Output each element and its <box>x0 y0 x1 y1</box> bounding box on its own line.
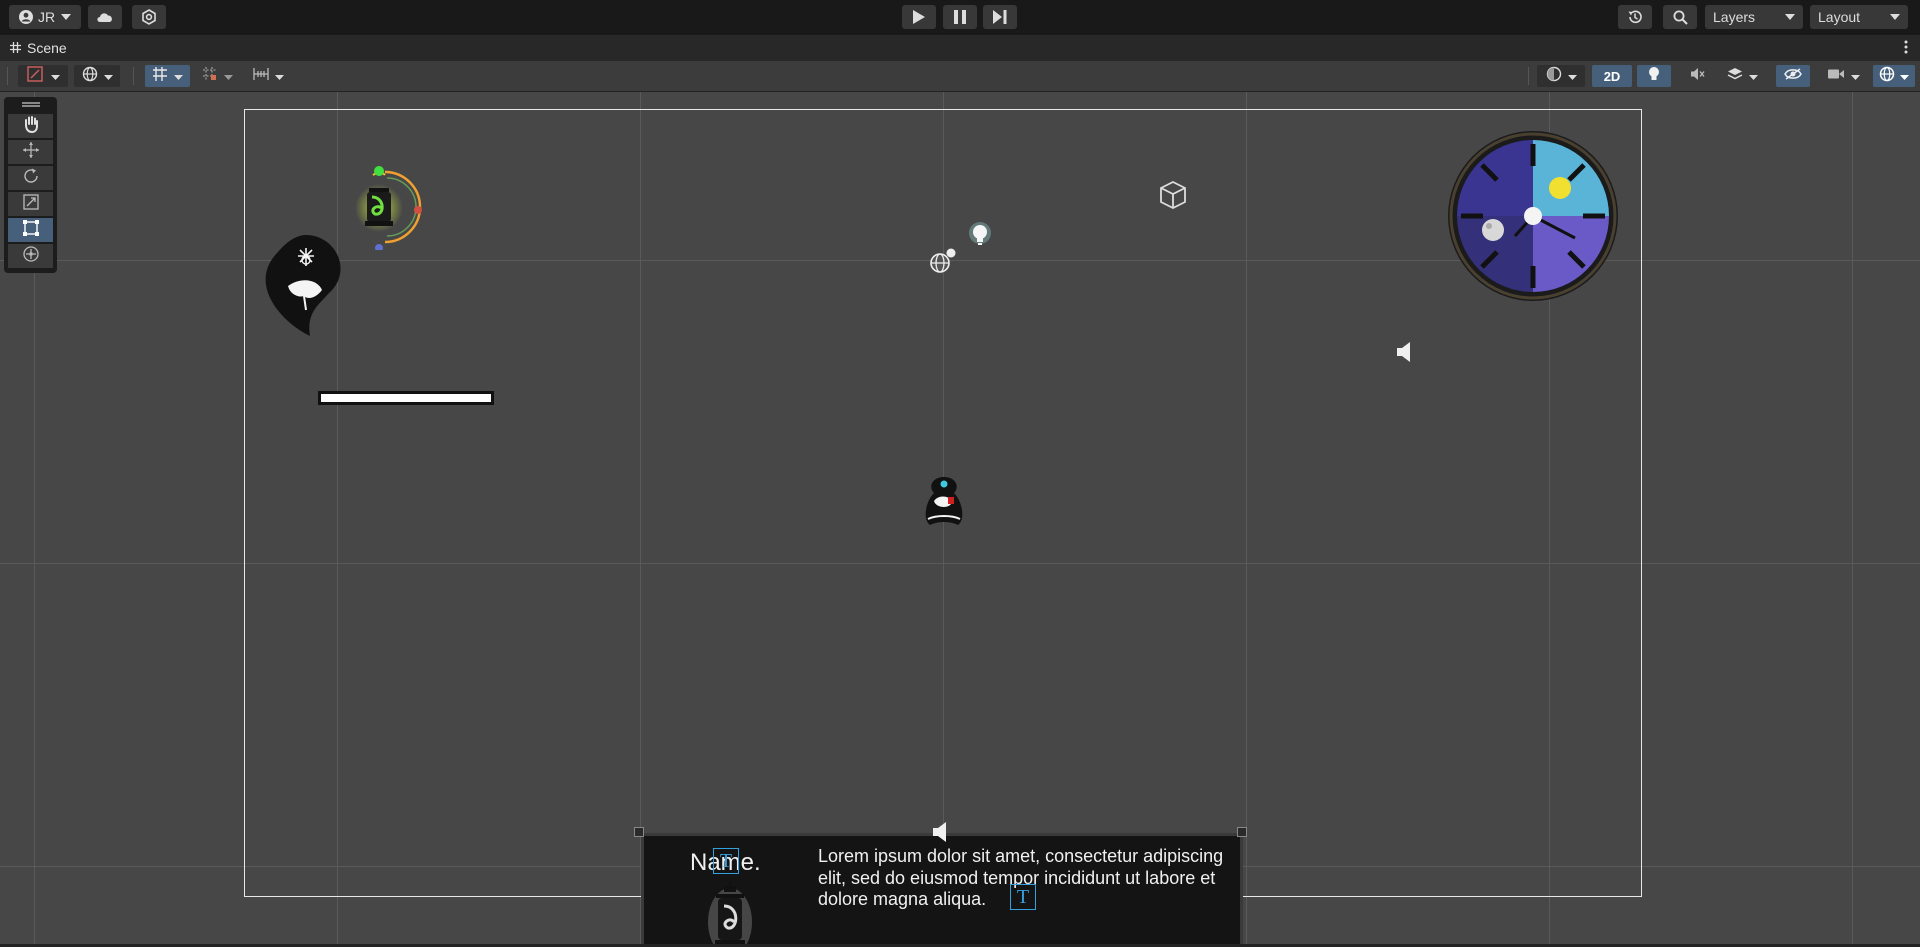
snap-increment-icon <box>202 66 218 87</box>
grid-icon <box>10 40 21 56</box>
ruler-snap-dropdown[interactable] <box>246 65 291 87</box>
window-tab-bar: Scene <box>0 35 1920 61</box>
effects-dropdown[interactable] <box>1722 65 1762 87</box>
chevron-down-icon <box>61 14 72 20</box>
grid-snapping-toggle[interactable] <box>145 65 190 87</box>
search-button[interactable] <box>1663 5 1697 29</box>
draw-mode-icon <box>26 65 43 87</box>
2d-mode-toggle[interactable]: 2D <box>1592 65 1632 87</box>
more-options-icon[interactable] <box>1904 40 1908 59</box>
cube-icon[interactable] <box>1159 180 1187 215</box>
scene-viewport[interactable]: Name. T Lorem ipsum dolor sit amet, cons… <box>0 92 1920 947</box>
health-bar <box>318 391 494 405</box>
day-night-clock[interactable] <box>1447 130 1619 307</box>
chevron-down-icon <box>223 67 233 85</box>
chevron-down-icon <box>1567 67 1577 85</box>
shading-mode-dropdown[interactable] <box>1537 65 1585 87</box>
global-toggle-dropdown[interactable] <box>74 65 120 87</box>
chevron-down-icon <box>275 67 284 85</box>
cloud-button[interactable] <box>88 5 122 29</box>
layout-dropdown[interactable]: Layout <box>1810 5 1908 29</box>
transform-icon <box>22 245 40 268</box>
play-icon <box>913 10 925 24</box>
text-component-icon[interactable]: T <box>1010 884 1036 910</box>
layout-label: Layout <box>1818 9 1861 25</box>
globe-icon <box>82 66 98 87</box>
gear-icon <box>141 9 157 25</box>
rect-transform-icon <box>22 219 40 242</box>
rotate-icon <box>22 167 40 190</box>
play-button[interactable] <box>902 5 936 29</box>
services-button[interactable] <box>132 5 166 29</box>
tab-scene[interactable]: Scene <box>0 35 77 61</box>
transform-tool-button[interactable] <box>8 244 53 268</box>
history-icon <box>1627 9 1643 25</box>
chevron-down-icon <box>103 67 113 85</box>
step-icon <box>993 10 1007 24</box>
lantern-sprite[interactable] <box>355 150 430 255</box>
chevron-down-icon <box>174 67 183 85</box>
chevron-down-icon <box>1850 67 1860 85</box>
audio-source-icon[interactable] <box>932 822 948 847</box>
drag-handle-icon[interactable] <box>22 102 40 104</box>
rect-tool-button[interactable] <box>8 218 53 242</box>
scene-visibility-toggle[interactable] <box>1776 65 1810 87</box>
layers-label: Layers <box>1713 9 1756 25</box>
scene-view-toolbar: 2D <box>0 61 1920 92</box>
main-toolbar: JR Layers Layout <box>0 0 1920 35</box>
light-bulb-icon[interactable] <box>969 222 991 253</box>
scale-icon <box>22 193 40 216</box>
effects-layers-icon <box>1727 67 1743 86</box>
text-component-icon[interactable]: T <box>713 848 739 874</box>
rect-handle[interactable] <box>634 827 644 837</box>
chevron-down-icon <box>1890 14 1900 20</box>
account-dropdown[interactable]: JR <box>9 5 81 29</box>
audio-source-icon[interactable] <box>1396 342 1412 367</box>
chevron-down-icon <box>50 67 60 85</box>
account-icon <box>18 10 33 24</box>
grid-snap-icon <box>152 66 168 87</box>
hidden-eye-icon <box>1784 67 1802 85</box>
chevron-down-icon <box>1900 67 1909 85</box>
gizmos-dropdown[interactable] <box>1873 65 1915 87</box>
layers-dropdown[interactable]: Layers <box>1705 5 1803 29</box>
rect-handle[interactable] <box>1237 827 1247 837</box>
account-label: JR <box>37 9 56 25</box>
rotate-tool-button[interactable] <box>8 166 53 190</box>
audio-toggle[interactable] <box>1681 65 1715 87</box>
hand-icon <box>22 115 40 138</box>
tab-label: Scene <box>27 40 67 56</box>
2d-label: 2D <box>1603 68 1621 84</box>
search-icon <box>1673 10 1688 25</box>
move-tool-button[interactable] <box>8 140 53 164</box>
player-character[interactable] <box>922 475 966 532</box>
audio-muted-icon <box>1690 67 1706 86</box>
lightbulb-icon <box>1648 66 1660 87</box>
cloud-icon <box>96 11 114 23</box>
scale-tool-button[interactable] <box>8 192 53 216</box>
chevron-down-icon <box>1748 67 1758 85</box>
lighting-toggle[interactable] <box>1637 65 1671 87</box>
dialog-lantern-portrait[interactable] <box>706 882 754 947</box>
increment-snap-dropdown[interactable] <box>196 65 238 87</box>
shading-sphere-icon <box>1546 66 1562 87</box>
camera-icon <box>1827 67 1845 85</box>
undo-history-button[interactable] <box>1618 5 1652 29</box>
ruler-icon <box>253 67 269 86</box>
hand-tool-button[interactable] <box>8 114 53 138</box>
gizmo-globe-icon <box>1879 66 1895 87</box>
event-system-icon[interactable] <box>929 247 957 280</box>
move-arrows-icon <box>22 141 40 164</box>
scene-camera-dropdown[interactable] <box>1820 65 1866 87</box>
step-button[interactable] <box>983 5 1017 29</box>
pause-button[interactable] <box>943 5 977 29</box>
pause-icon <box>954 10 966 24</box>
player-portrait[interactable] <box>258 232 348 347</box>
draw-mode-dropdown[interactable] <box>18 65 68 87</box>
chevron-down-icon <box>1785 14 1795 20</box>
tool-palette <box>4 97 57 273</box>
